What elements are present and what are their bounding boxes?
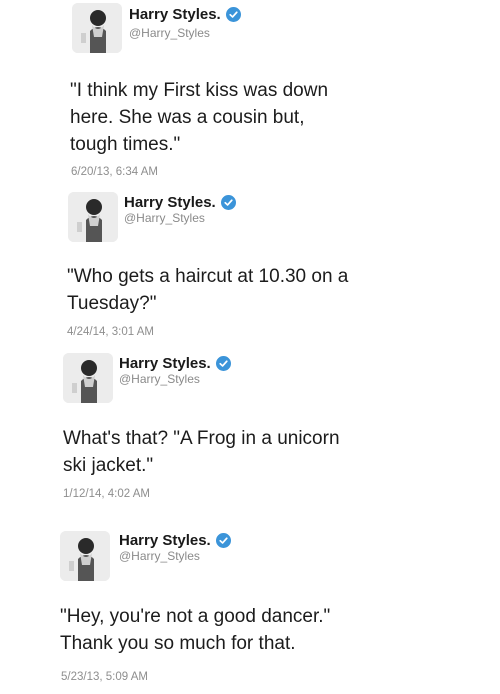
profile-photo-icon bbox=[72, 3, 122, 53]
display-name[interactable]: Harry Styles. bbox=[124, 194, 216, 211]
tweet-text: "Who gets a haircut at 10.30 on a Tuesda… bbox=[67, 266, 349, 314]
display-name[interactable]: Harry Styles. bbox=[119, 355, 211, 372]
user-handle[interactable]: @Harry_Styles bbox=[129, 26, 210, 40]
avatar[interactable] bbox=[72, 3, 122, 53]
user-handle[interactable]: @Harry_Styles bbox=[124, 211, 205, 225]
avatar[interactable] bbox=[63, 353, 113, 403]
tweet-timestamp[interactable]: 1/12/14, 4:02 AM bbox=[63, 488, 150, 500]
tweet-timestamp[interactable]: 5/23/13, 5:09 AM bbox=[61, 671, 148, 683]
verified-badge-icon bbox=[225, 7, 241, 22]
avatar[interactable] bbox=[60, 531, 110, 581]
profile-photo-icon bbox=[60, 531, 110, 581]
tweet-timestamp[interactable]: 6/20/13, 6:34 AM bbox=[71, 166, 158, 178]
profile-photo-icon bbox=[68, 192, 118, 242]
verified-badge-icon bbox=[220, 195, 236, 210]
user-handle[interactable]: @Harry_Styles bbox=[119, 549, 200, 563]
verified-badge-icon bbox=[215, 533, 231, 548]
profile-photo-icon bbox=[63, 353, 113, 403]
user-handle[interactable]: @Harry_Styles bbox=[119, 372, 200, 386]
display-name[interactable]: Harry Styles. bbox=[129, 6, 221, 23]
tweet-1: Harry Styles. @Harry_Styles "I think my … bbox=[0, 0, 500, 185]
verified-badge-icon bbox=[215, 356, 231, 371]
tweet-text: "I think my First kiss was down here. Sh… bbox=[70, 80, 329, 155]
avatar[interactable] bbox=[68, 192, 118, 242]
tweet-timestamp[interactable]: 4/24/14, 3:01 AM bbox=[67, 326, 154, 338]
display-name[interactable]: Harry Styles. bbox=[119, 532, 211, 549]
tweet-text: "Hey, you're not a good dancer." Thank y… bbox=[60, 606, 331, 654]
tweet-text: What's that? "A Frog in a unicorn ski ja… bbox=[63, 428, 340, 476]
